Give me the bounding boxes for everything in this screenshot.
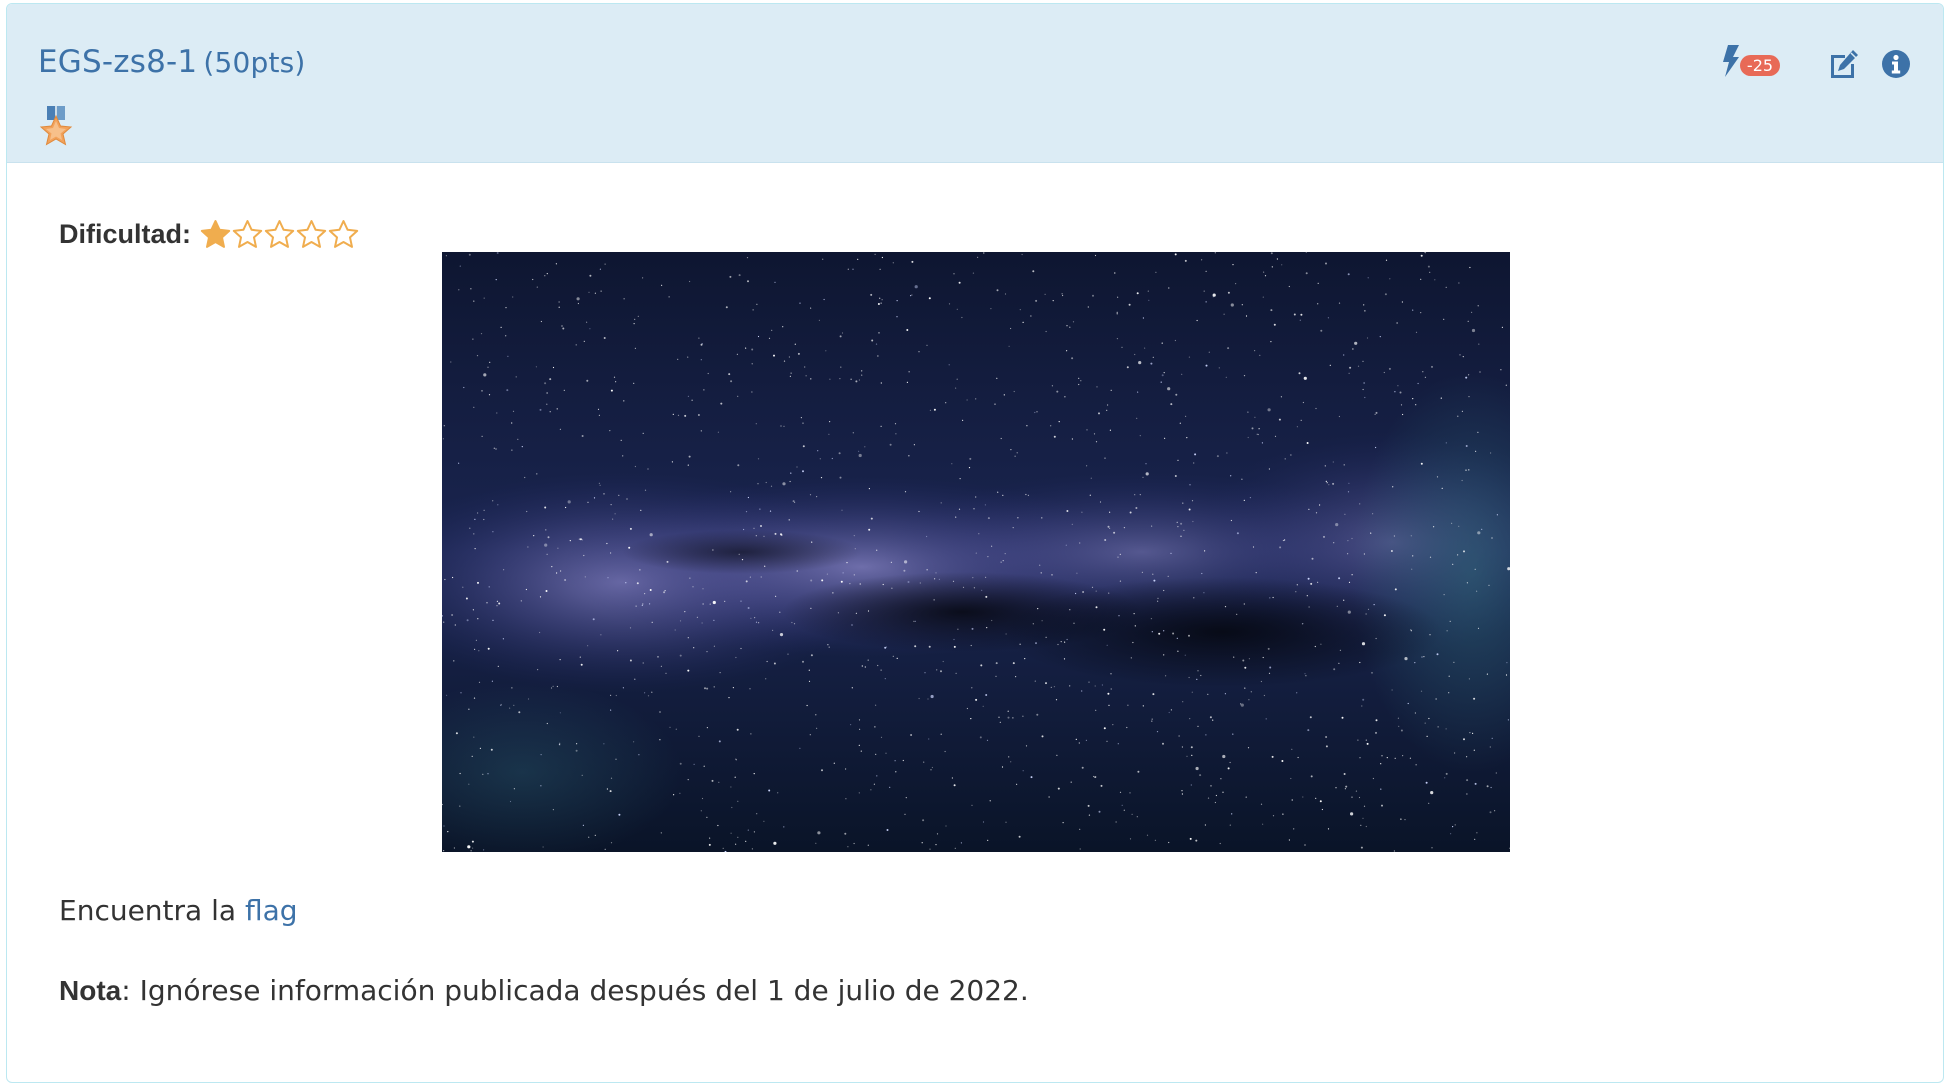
difficulty-label: Dificultad: xyxy=(59,218,191,249)
boost-button[interactable]: -25 xyxy=(1722,42,1798,82)
panel-heading: EGS-zs8-1 (50pts) -25 xyxy=(7,4,1943,163)
challenge-title[interactable]: EGS-zs8-1 (50pts) xyxy=(38,44,306,80)
info-icon[interactable] xyxy=(1881,49,1911,79)
star-empty-icon xyxy=(232,219,263,248)
flag-link[interactable]: flag xyxy=(245,894,298,927)
panel-body: Dificultad: Encuentra la flag Nota: Ignó… xyxy=(7,162,1943,1082)
milky-way-image xyxy=(442,252,1510,852)
star-empty-icon xyxy=(296,219,327,248)
challenge-points: (50pts) xyxy=(203,46,306,79)
challenge-note: Nota: Ignórese información publicada des… xyxy=(59,974,1029,1007)
star-empty-icon xyxy=(264,219,295,248)
challenge-name[interactable]: EGS-zs8-1 xyxy=(38,44,197,80)
star-filled-icon xyxy=(200,219,231,248)
challenge-panel: EGS-zs8-1 (50pts) -25 Dificultad: Encuen… xyxy=(6,3,1944,1083)
edit-icon[interactable] xyxy=(1827,47,1861,81)
prompt-text: Encuentra la xyxy=(59,894,245,927)
boost-badge: -25 xyxy=(1740,55,1780,76)
star-empty-icon xyxy=(328,219,359,248)
note-text: : Ignórese información publicada después… xyxy=(121,974,1029,1007)
challenge-image xyxy=(442,252,1510,852)
difficulty-stars xyxy=(200,219,359,250)
difficulty-rating: Dificultad: xyxy=(59,214,359,254)
challenge-prompt: Encuentra la flag xyxy=(59,894,298,927)
bolt-icon xyxy=(1723,45,1739,77)
note-label: Nota xyxy=(59,975,122,1006)
medal-star-icon xyxy=(39,106,73,146)
